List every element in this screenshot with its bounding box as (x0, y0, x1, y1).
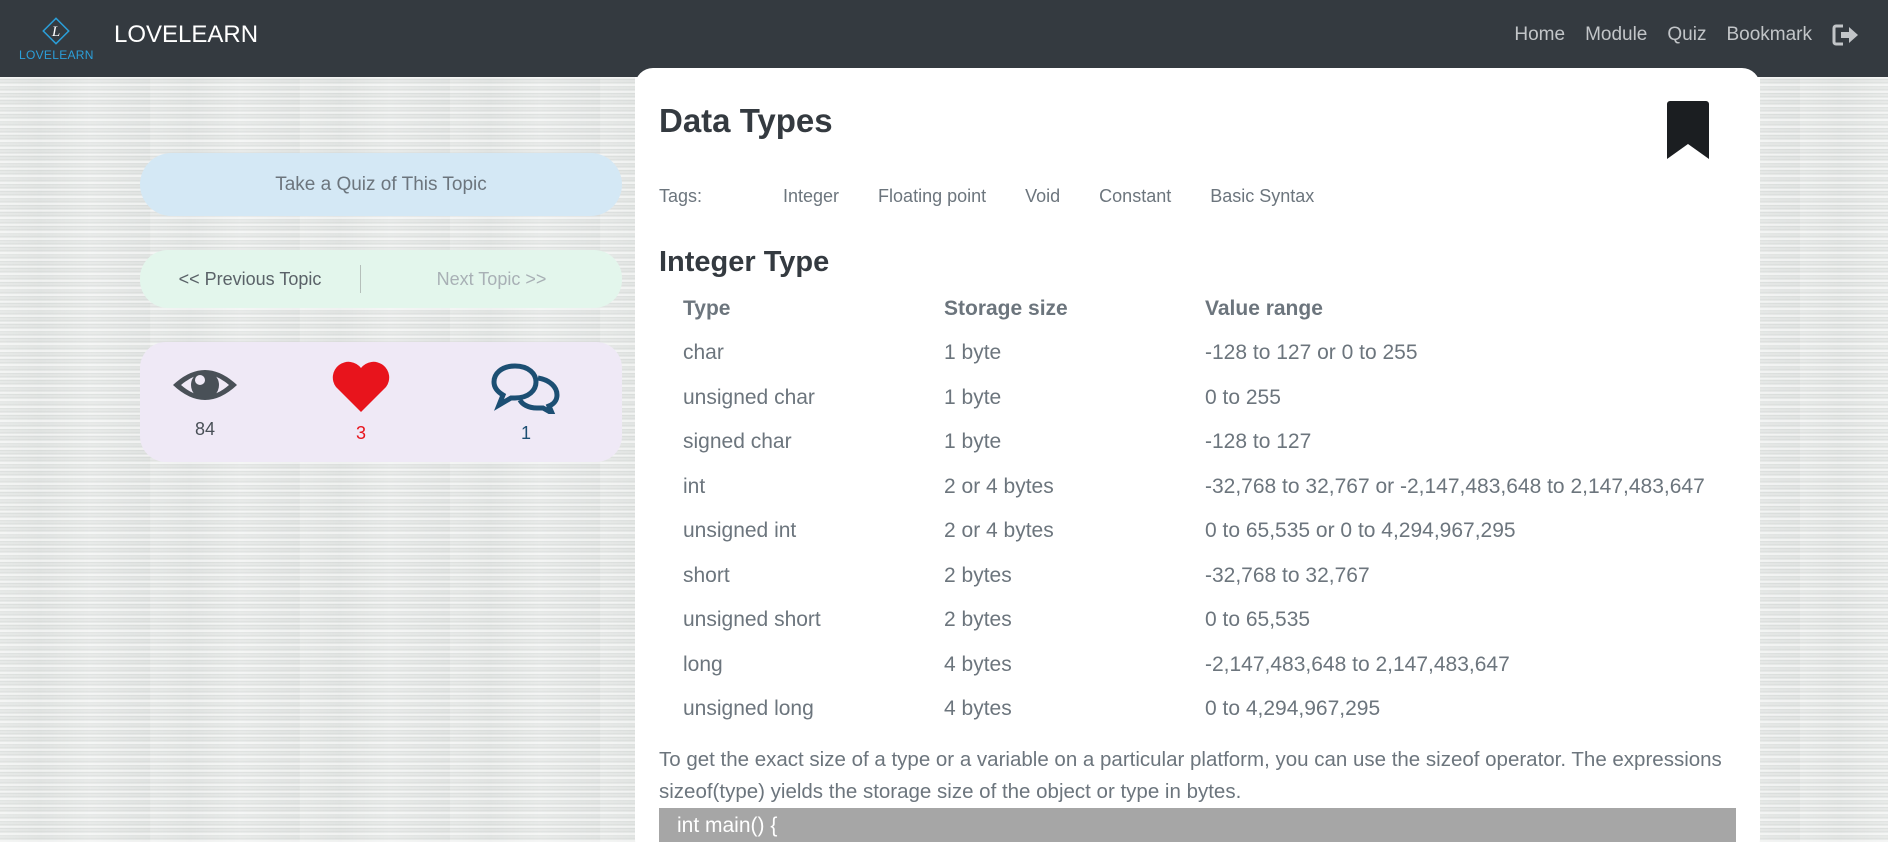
range-cell: -128 to 127 or 0 to 255 (1205, 341, 1418, 365)
type-cell: short (683, 563, 730, 587)
column-header-type: Type (683, 297, 731, 320)
heart-icon[interactable] (330, 360, 392, 414)
next-topic-link[interactable]: Next Topic >> (361, 269, 622, 290)
range-cell: 0 to 65,535 or 0 to 4,294,967,295 (1205, 519, 1516, 543)
logo-icon: L (42, 17, 70, 45)
brand-name[interactable]: LOVELEARN (114, 21, 258, 49)
logo-text: LOVELEARN (19, 48, 94, 62)
table-row: unsigned char 1 byte 0 to 255 (659, 376, 1739, 421)
size-cell: 4 bytes (944, 652, 1012, 676)
brand-logo[interactable]: L LOVELEARN (16, 14, 96, 64)
table-row: signed char 1 byte -128 to 127 (659, 420, 1739, 465)
take-quiz-button[interactable]: Take a Quiz of This Topic (140, 153, 622, 216)
bookmark-icon[interactable] (1665, 100, 1711, 160)
likes-stat[interactable]: 3 (316, 360, 406, 444)
tags-row: Tags: Integer Floating point Void Consta… (659, 186, 1353, 207)
column-header-storage-size: Storage size (944, 297, 1068, 320)
sizeof-explanation: To get the exact size of a type or a var… (659, 748, 1722, 803)
size-cell: 2 bytes (944, 563, 1012, 587)
comments-stat[interactable]: 1 (481, 360, 571, 444)
range-cell: -2,147,483,648 to 2,147,483,647 (1205, 652, 1510, 676)
nav-link-quiz[interactable]: Quiz (1667, 24, 1706, 46)
nav-link-home[interactable]: Home (1514, 24, 1565, 46)
top-navbar: L LOVELEARN LOVELEARN Home Module Quiz B… (0, 0, 1888, 77)
range-cell: -128 to 127 (1205, 430, 1312, 454)
type-cell: unsigned short (683, 608, 821, 632)
sign-out-icon[interactable] (1832, 24, 1860, 46)
table-row: int 2 or 4 bytes -32,768 to 32,767 or -2… (659, 465, 1739, 510)
type-cell: int (683, 474, 706, 498)
column-header-value-range: Value range (1205, 297, 1323, 320)
tag-void[interactable]: Void (1025, 186, 1060, 207)
likes-count: 3 (355, 423, 366, 443)
type-cell: unsigned long (683, 697, 814, 721)
tag-floating-point[interactable]: Floating point (878, 186, 986, 207)
comments-count: 1 (520, 423, 531, 443)
size-cell: 2 or 4 bytes (944, 474, 1054, 498)
views-stat: 84 (160, 360, 250, 440)
size-cell: 2 bytes (944, 608, 1012, 632)
views-count: 84 (194, 419, 216, 439)
code-line: int main() { (677, 814, 778, 837)
range-cell: -32,768 to 32,767 (1205, 563, 1370, 587)
nav-links: Home Module Quiz Bookmark (1514, 24, 1860, 46)
table-row: short 2 bytes -32,768 to 32,767 (659, 554, 1739, 599)
range-cell: -32,768 to 32,767 or -2,147,483,648 to 2… (1205, 474, 1705, 498)
type-cell: long (683, 652, 723, 676)
table-header-row: Type Storage size Value range (659, 287, 1739, 331)
table-row: char 1 byte -128 to 127 or 0 to 255 (659, 331, 1739, 376)
size-cell: 1 byte (944, 341, 1002, 365)
page-title: Data Types (659, 102, 833, 139)
type-cell: unsigned int (683, 519, 797, 543)
type-cell: signed char (683, 430, 792, 454)
code-block: int main() { (659, 808, 1736, 842)
table-row: long 4 bytes -2,147,483,648 to 2,147,483… (659, 643, 1739, 688)
size-cell: 1 byte (944, 385, 1002, 409)
nav-link-module[interactable]: Module (1585, 24, 1647, 46)
type-cell: unsigned char (683, 385, 815, 409)
previous-topic-link[interactable]: << Previous Topic (140, 269, 360, 290)
size-cell: 1 byte (944, 430, 1002, 454)
topic-navigation: << Previous Topic Next Topic >> (140, 250, 622, 308)
range-cell: 0 to 255 (1205, 385, 1281, 409)
tag-basic-syntax[interactable]: Basic Syntax (1210, 186, 1314, 207)
tag-integer[interactable]: Integer (783, 186, 839, 207)
integer-types-table: Type Storage size Value range char 1 byt… (659, 287, 1739, 732)
range-cell: 0 to 4,294,967,295 (1205, 697, 1381, 721)
comments-icon[interactable] (491, 360, 561, 419)
topic-stats: 84 3 1 (140, 342, 622, 462)
section-title: Integer Type (659, 246, 830, 278)
table-row: unsigned int 2 or 4 bytes 0 to 65,535 or… (659, 509, 1739, 554)
table-row: unsigned short 2 bytes 0 to 65,535 (659, 598, 1739, 643)
svg-text:L: L (51, 24, 60, 40)
tags-label: Tags: (659, 186, 703, 206)
nav-link-bookmark[interactable]: Bookmark (1726, 24, 1812, 46)
size-cell: 2 or 4 bytes (944, 519, 1054, 543)
size-cell: 4 bytes (944, 697, 1012, 721)
tag-constant[interactable]: Constant (1099, 186, 1171, 207)
table-row: unsigned long 4 bytes 0 to 4,294,967,295 (659, 687, 1739, 732)
range-cell: 0 to 65,535 (1205, 608, 1311, 632)
type-cell: char (683, 341, 724, 365)
eye-icon (173, 370, 237, 400)
